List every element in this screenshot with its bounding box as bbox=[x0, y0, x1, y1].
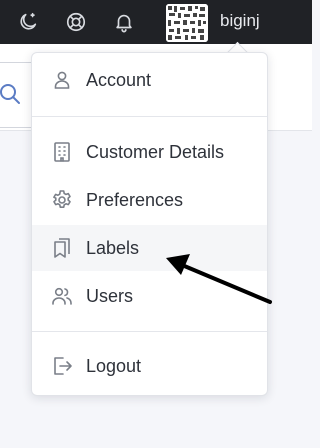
moon-icon[interactable] bbox=[12, 6, 44, 38]
menu-item-customer-details[interactable]: Customer Details bbox=[32, 129, 267, 175]
user-icon bbox=[50, 68, 74, 92]
user-dropdown-menu: Account Customer Details Preferences Lab… bbox=[31, 52, 268, 396]
menu-item-label: Account bbox=[86, 70, 152, 90]
lifebuoy-icon[interactable] bbox=[60, 6, 92, 38]
users-icon bbox=[50, 284, 74, 308]
menu-item-account[interactable]: Account bbox=[32, 57, 267, 103]
menu-item-label: Preferences bbox=[86, 190, 184, 210]
menu-item-label: Users bbox=[86, 286, 134, 306]
menu-item-users[interactable]: Users bbox=[32, 273, 267, 319]
menu-item-label: Logout bbox=[86, 356, 142, 376]
avatar[interactable] bbox=[166, 4, 208, 42]
bell-icon[interactable] bbox=[108, 6, 140, 38]
menu-item-logout[interactable]: Logout bbox=[32, 343, 267, 389]
search-icon bbox=[0, 84, 20, 104]
menu-divider bbox=[32, 331, 267, 332]
menu-item-label: Labels bbox=[86, 238, 140, 258]
logout-icon bbox=[50, 354, 74, 378]
labels-icon bbox=[50, 236, 74, 260]
top-bar: biginj bbox=[0, 0, 312, 44]
username[interactable]: biginj bbox=[220, 10, 260, 32]
menu-item-label: Customer Details bbox=[86, 142, 225, 162]
building-icon bbox=[50, 140, 74, 164]
gear-icon bbox=[50, 188, 74, 212]
menu-divider bbox=[32, 116, 267, 117]
menu-item-labels[interactable]: Labels bbox=[32, 225, 267, 271]
menu-item-preferences[interactable]: Preferences bbox=[32, 177, 267, 223]
